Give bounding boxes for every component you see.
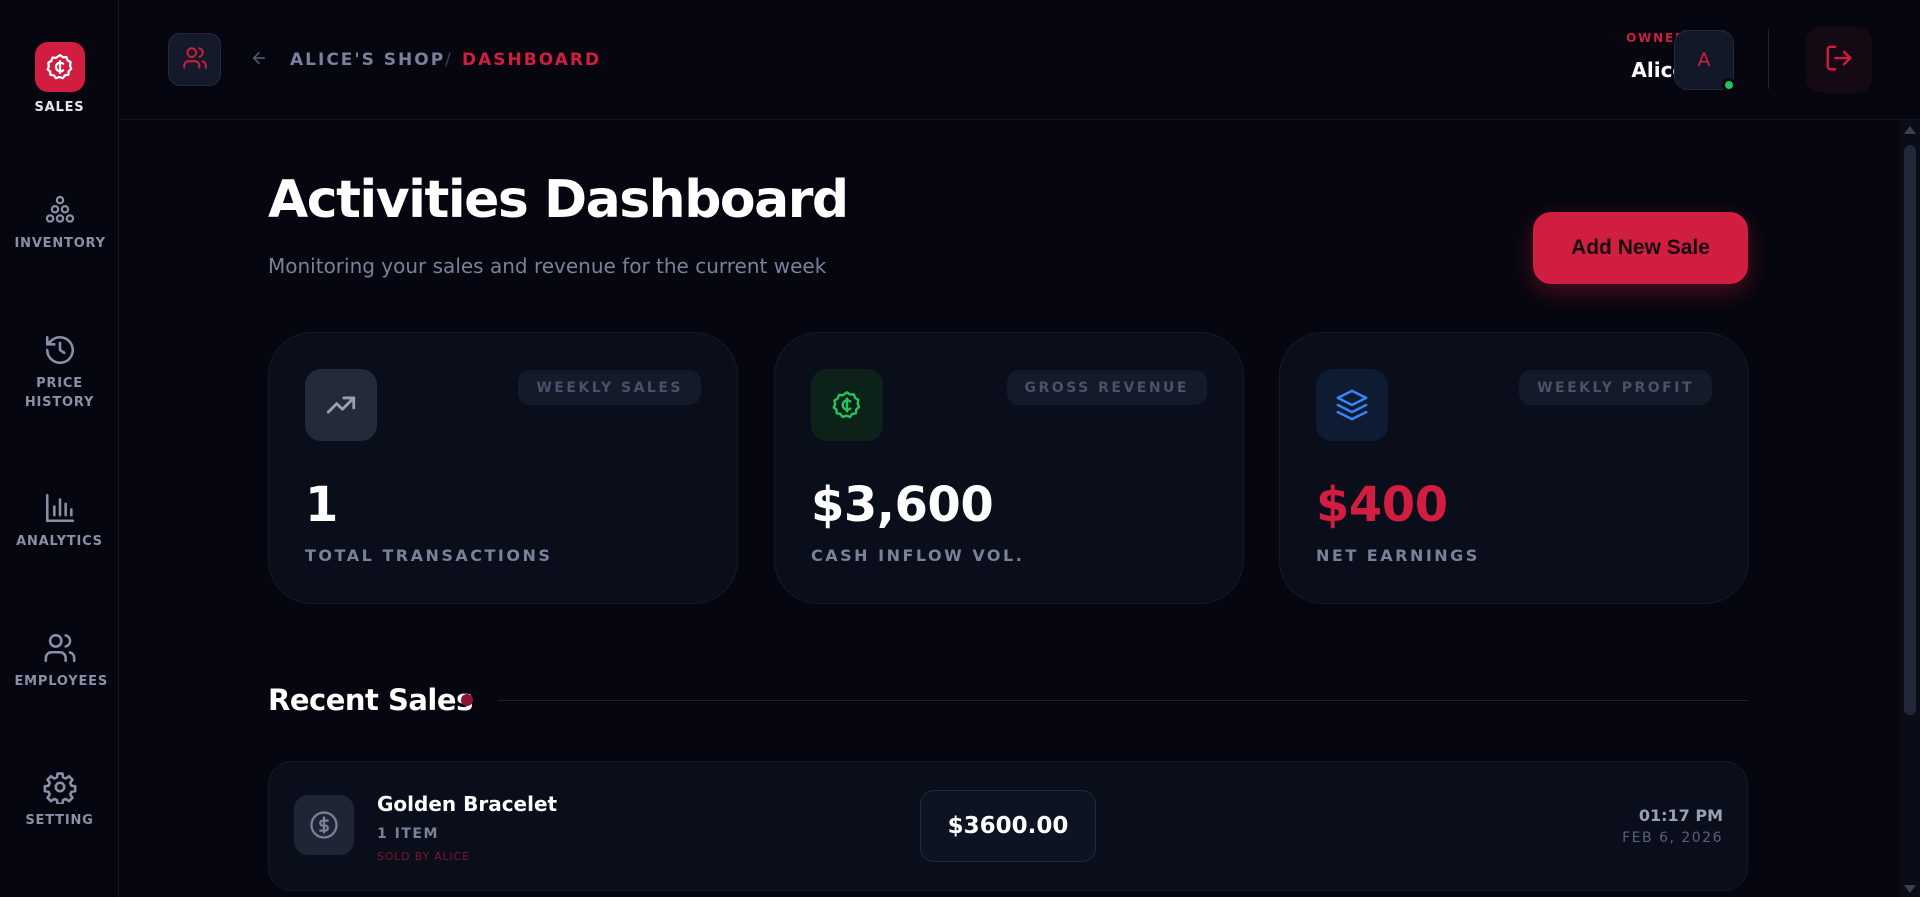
coin-badge-icon bbox=[34, 42, 85, 92]
header-divider bbox=[1768, 29, 1769, 89]
sale-item-seller: SOLD BY ALICE bbox=[377, 850, 470, 863]
logout-button[interactable] bbox=[1806, 27, 1872, 93]
sidebar-item-label: EMPLOYEES bbox=[14, 674, 108, 689]
sidebar: SALES INVENTORY PRICE HISTORY ANALYTICS … bbox=[0, 0, 119, 897]
users-icon bbox=[182, 45, 208, 75]
sale-item-time: 01:17 PM bbox=[1638, 806, 1723, 825]
breadcrumb-shop[interactable]: ALICE'S SHOP bbox=[290, 50, 445, 70]
sale-item-date: FEB 6, 2026 bbox=[1622, 830, 1723, 846]
stat-value: $3,600 bbox=[811, 477, 994, 533]
team-button[interactable] bbox=[168, 33, 221, 86]
stat-label: CASH INFLOW VOL. bbox=[811, 546, 1025, 565]
page-title: Activities Dashboard bbox=[268, 170, 849, 230]
gear-icon bbox=[42, 769, 78, 805]
logout-icon bbox=[1824, 43, 1854, 77]
coin-badge-icon bbox=[811, 369, 883, 441]
sidebar-item-employees[interactable]: EMPLOYEES bbox=[0, 630, 119, 691]
avatar-initial: A bbox=[1697, 49, 1711, 71]
online-status-dot bbox=[1722, 78, 1736, 92]
stat-label: NET EARNINGS bbox=[1316, 546, 1480, 565]
stat-value: 1 bbox=[305, 477, 338, 533]
stat-badge: GROSS REVENUE bbox=[1006, 370, 1207, 405]
vertical-scrollbar[interactable] bbox=[1900, 120, 1920, 897]
section-title-recent-sales: Recent Sales bbox=[268, 683, 473, 717]
sale-item-amount: $3600.00 bbox=[920, 790, 1096, 862]
trending-up-icon bbox=[305, 369, 377, 441]
inventory-pyramid-icon bbox=[42, 192, 78, 228]
bar-chart-icon bbox=[42, 490, 78, 526]
scroll-up-arrow-icon[interactable] bbox=[1904, 126, 1916, 134]
sale-item-quantity: 1 ITEM bbox=[377, 826, 439, 842]
stat-badge: WEEKLY SALES bbox=[518, 370, 701, 405]
breadcrumb-separator: / bbox=[445, 50, 453, 70]
scroll-thumb[interactable] bbox=[1904, 145, 1916, 715]
back-arrow-icon[interactable] bbox=[250, 49, 268, 71]
sidebar-item-label: PRICE HISTORY bbox=[24, 376, 95, 410]
sidebar-item-setting[interactable]: SETTING bbox=[0, 769, 119, 830]
sidebar-item-label: ANALYTICS bbox=[16, 534, 103, 549]
sidebar-item-price-history[interactable]: PRICE HISTORY bbox=[0, 332, 119, 412]
top-header: ALICE'S SHOP / DASHBOARD OWNER Alice A bbox=[120, 0, 1920, 120]
sidebar-item-sales[interactable]: SALES bbox=[0, 42, 119, 117]
sidebar-item-label: INVENTORY bbox=[14, 236, 106, 251]
stat-value: $400 bbox=[1316, 477, 1448, 533]
section-divider bbox=[498, 700, 1748, 701]
add-new-sale-button[interactable]: Add New Sale bbox=[1533, 212, 1748, 284]
sale-list-item[interactable]: Golden Bracelet 1 ITEM SOLD BY ALICE $36… bbox=[268, 761, 1748, 891]
avatar[interactable]: A bbox=[1674, 30, 1736, 92]
stat-badge: WEEKLY PROFIT bbox=[1519, 370, 1712, 405]
sidebar-item-label: SALES bbox=[34, 100, 85, 115]
users-icon bbox=[42, 630, 78, 666]
sidebar-item-label: SETTING bbox=[25, 813, 94, 828]
section-dot bbox=[461, 694, 473, 706]
dollar-circle-icon bbox=[294, 795, 354, 855]
stat-card-weekly-profit: WEEKLY PROFIT $400 NET EARNINGS bbox=[1279, 332, 1749, 604]
breadcrumb-current: DASHBOARD bbox=[462, 50, 602, 70]
stat-label: TOTAL TRANSACTIONS bbox=[305, 546, 553, 565]
scroll-down-arrow-icon[interactable] bbox=[1904, 885, 1916, 893]
page-subtitle: Monitoring your sales and revenue for th… bbox=[268, 254, 827, 278]
stat-card-weekly-sales: WEEKLY SALES 1 TOTAL TRANSACTIONS bbox=[268, 332, 738, 604]
history-clock-icon bbox=[42, 332, 78, 368]
sidebar-item-inventory[interactable]: INVENTORY bbox=[0, 192, 119, 253]
stat-card-gross-revenue: GROSS REVENUE $3,600 CASH INFLOW VOL. bbox=[774, 332, 1244, 604]
sidebar-item-analytics[interactable]: ANALYTICS bbox=[0, 490, 119, 551]
layers-icon bbox=[1316, 369, 1388, 441]
sale-item-name: Golden Bracelet bbox=[377, 792, 558, 816]
